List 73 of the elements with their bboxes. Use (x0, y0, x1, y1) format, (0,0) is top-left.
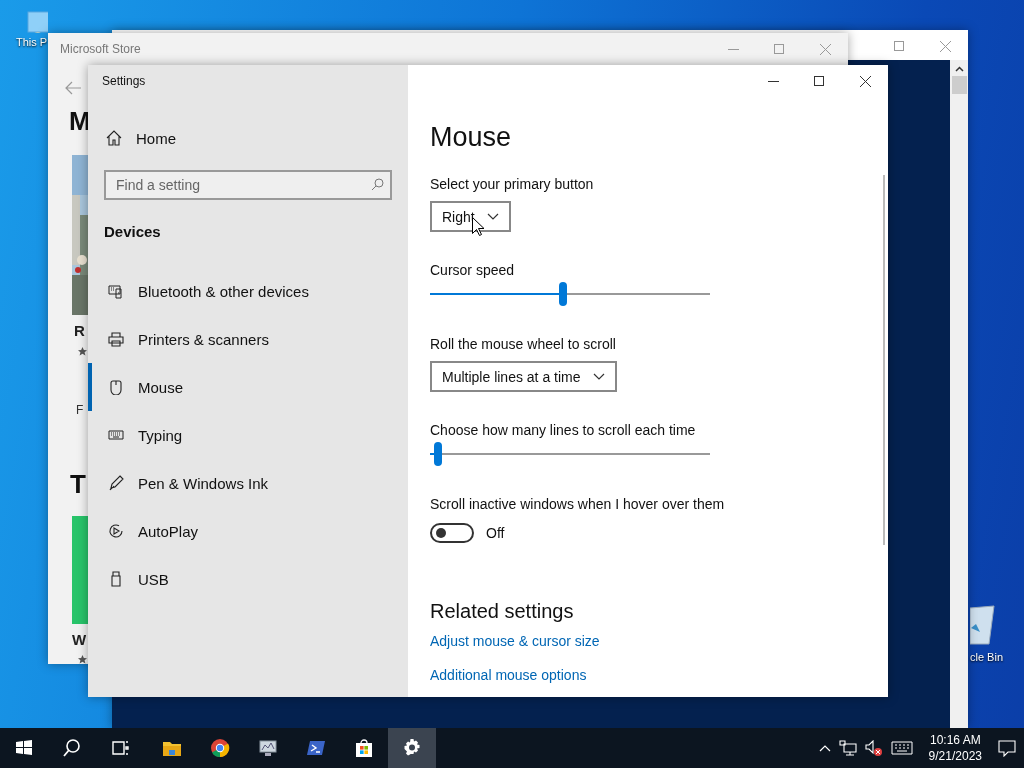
desktop-icon-label: This P (16, 36, 48, 48)
play-icon (108, 523, 124, 539)
scrollbar[interactable] (883, 175, 885, 545)
star-icon (78, 655, 87, 664)
slider[interactable] (430, 442, 710, 466)
recycle-bin-icon[interactable] (970, 604, 996, 648)
card-caption: F (76, 403, 84, 417)
notification-icon[interactable] (998, 739, 1016, 757)
shopping-bag-icon (354, 738, 374, 758)
chevron-down-icon (592, 373, 605, 380)
card-title: W (72, 631, 87, 648)
mouse-icon (108, 379, 124, 395)
back-arrow-icon[interactable] (65, 81, 81, 95)
chevron-down-icon (486, 213, 499, 220)
network-icon[interactable] (838, 740, 857, 756)
slider[interactable] (430, 282, 710, 306)
card-title: R (74, 322, 85, 339)
search-field[interactable]: Find a setting (104, 170, 392, 200)
windows-logo-icon (14, 738, 34, 758)
dropdown[interactable]: Multiple lines at a time (430, 361, 617, 392)
setting-label: Roll the mouse wheel to scroll (430, 335, 616, 354)
taskbar-button[interactable] (388, 728, 436, 768)
link[interactable]: Adjust mouse & cursor size (430, 631, 600, 651)
nav-item[interactable]: Pen & Windows Ink (88, 459, 408, 507)
window-title: Settings (102, 74, 146, 88)
nav-item[interactable]: Typing (88, 411, 408, 459)
window-title: Microsoft Store (59, 42, 142, 56)
close-icon[interactable] (859, 75, 871, 87)
scrollbar-thumb[interactable] (951, 76, 967, 94)
section-heading: Related settings (430, 599, 574, 624)
clock-date[interactable]: 9/21/2023 (928, 748, 982, 764)
nav-item[interactable]: USB (88, 555, 408, 603)
pen-icon (108, 475, 124, 491)
minimize-icon[interactable] (767, 80, 779, 82)
app-tile[interactable] (72, 516, 88, 624)
setting-label: Choose how many lines to scroll each time (430, 421, 696, 440)
keyboard-icon (108, 427, 124, 443)
nav-item[interactable]: Bluetooth & other devices (88, 267, 408, 315)
home-icon (106, 130, 122, 146)
usb-drive-icon (108, 571, 124, 587)
page-title: Mouse (430, 121, 512, 154)
slider-thumb[interactable] (434, 442, 443, 466)
nav-item[interactable]: Printers & scanners (88, 315, 408, 363)
nav-item[interactable]: AutoPlay (88, 507, 408, 555)
printer-icon (108, 331, 124, 347)
speaker-muted-icon[interactable] (864, 740, 883, 756)
devices-icon (108, 283, 124, 299)
scroll-up-icon[interactable] (954, 66, 964, 72)
task-view-icon (110, 738, 130, 758)
scrollbar[interactable] (950, 60, 968, 728)
section-heading: Devices (104, 222, 162, 242)
star-icon (78, 347, 87, 356)
search-icon[interactable] (371, 178, 384, 191)
toggle-state: Off (486, 525, 505, 541)
maximize-icon[interactable] (814, 76, 824, 86)
dropdown[interactable]: Right (430, 201, 511, 232)
chevron-up-icon[interactable] (818, 744, 831, 752)
desktop-icon-label: cle Bin (970, 651, 1004, 663)
slider-thumb[interactable] (559, 282, 567, 306)
setting-label: Select your primary button (430, 175, 594, 194)
keyboard-icon[interactable] (890, 741, 913, 755)
toggle-switch[interactable] (430, 523, 474, 543)
setting-label: Scroll inactive windows when I hover over them (430, 495, 725, 514)
clock-time[interactable]: 10:16 AM (929, 732, 981, 748)
section-heading: T (70, 469, 86, 500)
monitor-chart-icon (258, 738, 278, 758)
link[interactable]: Additional mouse options (430, 665, 587, 685)
home-nav-item[interactable]: Home (88, 114, 408, 162)
browser-icon (210, 738, 230, 758)
terminal-icon (306, 738, 326, 758)
setting-label: Cursor speed (430, 261, 515, 280)
gear-icon (402, 738, 422, 758)
search-icon (62, 738, 82, 758)
